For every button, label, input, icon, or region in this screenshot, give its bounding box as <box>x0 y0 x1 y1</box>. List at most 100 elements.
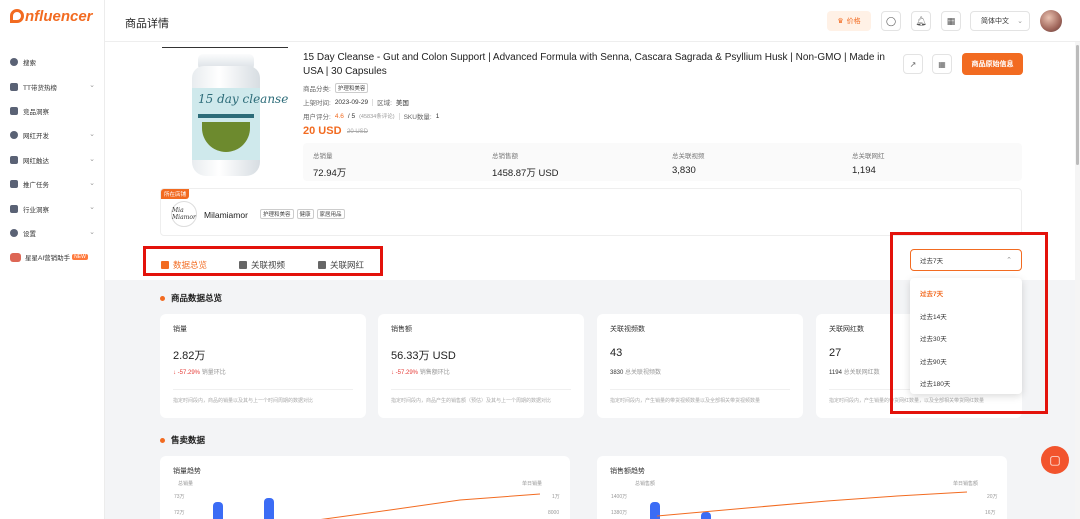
user-avatar[interactable] <box>1040 10 1062 32</box>
product-original-price: 20 USD <box>347 129 369 135</box>
product-rating-row: 用户评分: 4.6/ 5 (45834条评论) SKU数量: 1 <box>303 112 440 121</box>
chat-support-button[interactable]: ▢ <box>1041 446 1069 474</box>
left-tick: 1400万 <box>611 494 627 500</box>
product-category-row: 商品分类: 护理和美容 <box>303 83 369 93</box>
right-tick: 8000 <box>548 510 559 516</box>
bottle-label: 15 day cleanse <box>192 88 288 160</box>
monitor-icon <box>10 204 18 213</box>
compass-icon <box>10 58 18 67</box>
shield-icon <box>10 106 18 115</box>
chart-bar <box>264 498 274 519</box>
apps-grid-icon[interactable]: ▦ <box>941 11 961 31</box>
sidebar-item-outreach[interactable]: 网红触达 ⌄ <box>0 148 105 172</box>
original-info-button[interactable]: 商品原始信息 <box>962 53 1023 75</box>
crown-icon: ♛ <box>837 18 844 25</box>
ai-assistant-icon <box>10 252 21 262</box>
left-tick: 1380万 <box>611 510 627 516</box>
product-title: 15 Day Cleanse - Gut and Colon Support |… <box>303 52 885 77</box>
overview-card-videos: 关联视频数 43 3830 总关联视频数 指定时间段内，产生销量的带货视频数量以… <box>597 314 803 418</box>
heart-icon <box>10 131 18 140</box>
product-price: 20 USD <box>303 125 342 137</box>
chevron-down-icon: ⌄ <box>1017 18 1023 25</box>
overview-card-revenue: 销售额 56.33万 USD ↓ -57.29% 销售额环比 指定时间段内，商品… <box>378 314 584 418</box>
brand-logo[interactable]: nfluencer <box>10 8 93 25</box>
sidebar-item-search[interactable]: 搜索 <box>0 50 105 74</box>
sidebar: nfluencer 搜索 TT带货热榜 ⌄ 竞品洞察 网红开发 ⌄ 网红触达 ⌄ 推广… <box>0 0 105 519</box>
revenue-trend-svg: 总销售额 1400万 1380万 单日销售额 20万 16万 <box>611 480 998 519</box>
shop-logo: Mia Miamor <box>171 201 197 227</box>
scrollbar-thumb[interactable] <box>1076 45 1079 165</box>
chevron-down-icon: ⌄ <box>89 179 95 187</box>
stat-total-sales: 总销量 72.94万 <box>313 153 347 179</box>
product-stats: 总销量 72.94万 总销售额 1458.87万 USD 总关联视频 3,830 总关… <box>303 143 1022 181</box>
sidebar-item-industry[interactable]: 行业洞察 ⌄ <box>0 196 105 220</box>
chevron-down-icon: ⌄ <box>89 228 95 236</box>
revenue-trend-chart: 销售额趋势 总销售额 1400万 1380万 单日销售额 20万 16万 <box>597 456 1007 519</box>
chart-bar <box>701 512 711 519</box>
bell-icon[interactable]: 🔔︎ <box>911 11 931 31</box>
product-listing-row: 上架时间: 2023-09-29 区域: 美国 <box>303 98 409 107</box>
page-title: 商品详情 <box>125 18 169 30</box>
overview-section-title: 商品数据总览 <box>160 292 222 304</box>
sidebar-item-tt-hot[interactable]: TT带货热榜 ⌄ <box>0 74 105 98</box>
price-button[interactable]: ♛ 价格 <box>827 11 871 31</box>
right-axis-label: 单日销量 <box>522 480 542 487</box>
new-badge: NEW <box>72 254 88 261</box>
sidebar-item-campaigns[interactable]: 推广任务 ⌄ <box>0 172 105 196</box>
grid-icon[interactable]: ▦ <box>932 54 952 74</box>
sidebar-item-influencer-dev[interactable]: 网红开发 ⌄ <box>0 123 105 147</box>
left-axis-label: 总销售额 <box>635 480 655 487</box>
bottle-label-text: 15 day cleanse <box>198 92 289 106</box>
sales-trend-chart: 销量趋势 总销量 73万 72万 单日销量 1万 8000 <box>160 456 570 519</box>
sidebar-nav: 搜索 TT带货热榜 ⌄ 竞品洞察 网红开发 ⌄ 网红触达 ⌄ 推广任务 ⌄ 行业洞察 ⌄ … <box>0 50 105 270</box>
stat-total-influencers: 总关联网红 1,194 <box>852 153 885 176</box>
sidebar-item-ai-assistant[interactable]: 星星AI营销助手 NEW <box>0 245 105 269</box>
main-content: 15 day cleanse 15 Day Cleanse - Gut and … <box>105 42 1075 519</box>
product-image: 15 day cleanse <box>162 47 288 179</box>
shop-tag: 健康 <box>296 209 314 219</box>
left-tick: 73万 <box>174 494 185 500</box>
tab-overview[interactable]: 数据总览 <box>161 259 207 271</box>
shop-card[interactable]: 所在店铺 Mia Miamor Milamiamor 护理和美容 健康 家居用品 <box>160 188 1022 236</box>
task-icon <box>10 180 18 189</box>
rating-value: 4.6 <box>334 112 344 120</box>
chat-bubble-icon: ▢ <box>1049 453 1061 467</box>
users-icon <box>318 261 326 269</box>
video-icon <box>239 261 247 269</box>
chart-bar <box>650 502 660 519</box>
right-tick: 1万 <box>552 494 560 500</box>
external-link-icon[interactable]: ↗ <box>903 54 923 74</box>
grid-icon <box>161 261 169 269</box>
sales-trend-svg: 总销量 73万 72万 单日销量 1万 8000 <box>174 480 560 519</box>
tab-videos[interactable]: 关联视频 <box>239 259 285 271</box>
stat-total-videos: 总关联视频 3,830 <box>672 153 705 176</box>
left-axis-label: 总销量 <box>178 480 193 487</box>
bar-chart-icon <box>10 82 18 91</box>
mail-icon <box>10 155 18 164</box>
shop-tag: 护理和美容 <box>260 209 294 219</box>
stat-total-revenue: 总销售额 1458.87万 USD <box>492 153 559 179</box>
shop-tag: 家居用品 <box>316 209 345 219</box>
overview-card-sales: 销量 2.82万 ↓ -57.29% 销量环比 指定时间段内，商品的销量以及其与… <box>160 314 366 418</box>
chat-icon[interactable]: ◯ <box>881 11 901 31</box>
right-axis-label: 单日销售额 <box>953 480 978 487</box>
tab-influencers[interactable]: 关联网红 <box>318 259 364 271</box>
right-tick: 20万 <box>987 494 998 500</box>
chevron-down-icon: ⌄ <box>89 204 95 212</box>
chevron-down-icon: ⌄ <box>89 155 95 163</box>
highlight-box <box>890 232 1048 414</box>
top-bar: 商品详情 ♛ 价格 ◯ 🔔︎ ▦ 简体中文 ⌄ <box>105 0 1080 42</box>
sidebar-item-settings[interactable]: 设置 ⌄ <box>0 221 105 245</box>
language-select[interactable]: 简体中文 ⌄ <box>970 11 1030 31</box>
tab-bar: 数据总览 关联视频 关联网红 <box>143 246 383 276</box>
right-tick: 16万 <box>985 510 996 516</box>
chevron-down-icon: ⌄ <box>89 82 95 90</box>
category-tag[interactable]: 护理和美容 <box>334 83 369 93</box>
sales-section-title: 售卖数据 <box>160 434 205 446</box>
gear-icon <box>10 228 18 237</box>
sidebar-item-competitor[interactable]: 竞品洞察 <box>0 99 105 123</box>
left-tick: 72万 <box>174 510 185 516</box>
brand-mark-icon <box>10 9 24 23</box>
shop-badge: 所在店铺 <box>161 189 190 199</box>
shop-name[interactable]: Milamiamor <box>204 210 248 220</box>
